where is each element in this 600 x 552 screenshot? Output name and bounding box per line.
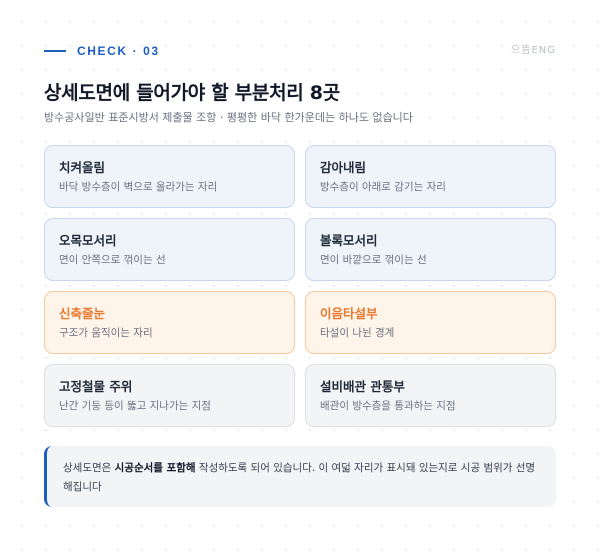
note-emphasis: 시공순서를 포함해 — [114, 462, 196, 474]
card-pipe-penetration: 설비배관 관통부 배관이 방수층을 통과하는 지점 — [305, 364, 556, 427]
card-bollok-moseori: 볼록모서리 면이 바깥으로 꺾이는 선 — [305, 218, 556, 281]
card-title: 치켜올림 — [59, 160, 106, 175]
accent-line — [44, 50, 66, 52]
card-title: 신축줄눈 — [59, 306, 106, 321]
card-description: 방수층이 아래로 감기는 자리 — [320, 181, 446, 193]
note-text-prefix: 상세도면은 — [63, 462, 115, 474]
card-chikyeo-ollim: 치켜올림 바닥 방수층이 벽으로 올라가는 자리 — [44, 145, 295, 208]
card-title: 이음타설부 — [320, 306, 378, 321]
card-description: 난간 기둥 등이 뚫고 지나가는 지점 — [59, 400, 211, 412]
card-anchor-hardware: 고정철물 주위 난간 기둥 등이 뚫고 지나가는 지점 — [44, 364, 295, 427]
card-title: 볼록모서리 — [320, 233, 378, 248]
card-title: 설비배관 관통부 — [320, 379, 405, 394]
card-description: 구조가 움직이는 자리 — [59, 327, 153, 339]
card-title: 고정철물 주위 — [59, 379, 133, 394]
brand-logo-text: 으뜸ENG — [511, 45, 556, 56]
card-construction-joint: 이음타설부 타설이 나뉜 경계 — [305, 291, 556, 354]
card-title: 감아내림 — [320, 160, 367, 175]
callout-note: 상세도면은 시공순서를 포함해 작성하도록 되어 있습니다. 이 여덟 자리가 … — [44, 446, 556, 507]
card-description: 바닥 방수층이 벽으로 올라가는 자리 — [59, 181, 218, 193]
card-description: 배관이 방수층을 통과하는 지점 — [320, 400, 456, 412]
check-label: CHECK · 03 — [77, 44, 160, 58]
header: CHECK · 03 으뜸ENG — [44, 44, 556, 58]
card-omok-moseori: 오목모서리 면이 안쪽으로 꺾이는 선 — [44, 218, 295, 281]
card-expansion-joint: 신축줄눈 구조가 움직이는 자리 — [44, 291, 295, 354]
card-title: 오목모서리 — [59, 233, 117, 248]
card-description: 면이 바깥으로 꺾이는 선 — [320, 254, 427, 266]
card-description: 타설이 나뉜 경계 — [320, 327, 395, 339]
page-subtitle: 방수공사일반 표준시방서 제출물 조항 · 평평한 바닥 한가운데는 하나도 없… — [44, 111, 413, 124]
page-title: 상세도면에 들어가야 할 부분처리 8곳 — [44, 82, 340, 104]
card-description: 면이 안쪽으로 꺾이는 선 — [59, 254, 166, 266]
card-gama-naerim: 감아내림 방수층이 아래로 감기는 자리 — [305, 145, 556, 208]
